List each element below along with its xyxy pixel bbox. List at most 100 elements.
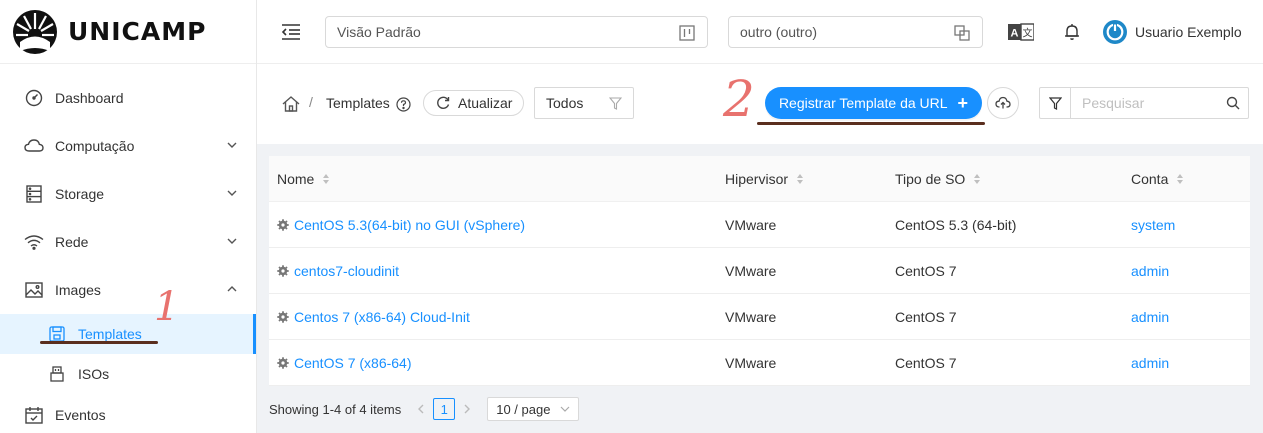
sidebar-item-label: Eventos [55, 407, 106, 423]
usb-icon [48, 365, 66, 383]
translate-icon[interactable]: A文 [1008, 20, 1034, 44]
page-size-value: 10 / page [496, 401, 551, 417]
cloud-icon [24, 136, 44, 156]
column-header-name[interactable]: Nome [269, 156, 717, 201]
annotation-underline-2 [757, 122, 985, 125]
hypervisor-cell: VMware [725, 262, 777, 279]
sidebar-item-label: ISOs [78, 366, 110, 382]
filter-icon [1048, 96, 1062, 110]
column-header-hypervisor[interactable]: Hipervisor [717, 156, 887, 201]
gear-icon [277, 310, 289, 323]
page-toolbar: / Templates Atualizar Todos Registrar Te… [257, 64, 1263, 144]
column-header-os-type[interactable]: Tipo de SO [887, 156, 1123, 201]
account-link[interactable]: system [1131, 217, 1175, 233]
sidebar-item-images[interactable]: Images [0, 266, 256, 314]
chevron-down-icon [560, 406, 570, 412]
account-cell: admin [1123, 248, 1250, 293]
logo[interactable]: UNICAMP [0, 0, 256, 64]
search-filter-button[interactable] [1040, 88, 1071, 118]
project-select-value: outro (outro) [740, 24, 818, 40]
column-header-account[interactable]: Conta [1123, 156, 1250, 201]
chevron-up-icon [227, 286, 237, 292]
chevron-down-icon [227, 190, 237, 196]
register-template-url-button[interactable]: Registrar Template da URL + [765, 87, 982, 119]
os-type-cell: CentOS 7 [895, 308, 957, 325]
table-row: centos7-cloudinit VMware CentOS 7 admin [269, 248, 1250, 294]
question-circle-icon[interactable] [396, 97, 411, 112]
page-size-select[interactable]: 10 / page [487, 397, 580, 421]
reload-icon [437, 96, 450, 109]
dashboard-icon [24, 88, 44, 108]
view-select-value: Visão Padrão [337, 24, 421, 40]
search-icon[interactable] [1218, 88, 1248, 118]
template-name-cell: centos7-cloudinit [269, 248, 717, 293]
user-avatar-icon [1103, 20, 1127, 44]
refresh-label: Atualizar [458, 95, 513, 111]
gear-icon [277, 264, 289, 277]
unicamp-logo-icon [13, 9, 57, 54]
chevron-down-icon [227, 238, 237, 244]
sidebar-item-label: Images [55, 282, 101, 298]
account-link[interactable]: admin [1131, 355, 1169, 371]
template-name-link[interactable]: Centos 7 (x86-64) Cloud-Init [294, 309, 470, 325]
sidebar: UNICAMP Dashboard Computação Storage Red… [0, 0, 257, 433]
search-input[interactable] [1071, 88, 1218, 118]
page-number-button[interactable]: 1 [433, 398, 456, 420]
template-name-cell: CentOS 5.3(64-bit) no GUI (vSphere) [269, 202, 717, 247]
sidebar-item-storage[interactable]: Storage [0, 170, 256, 218]
next-page-icon[interactable] [459, 399, 475, 419]
templates-table: Nome Hipervisor Tipo de SO Conta CentOS … [269, 156, 1250, 386]
template-name-cell: CentOS 7 (x86-64) [269, 340, 717, 385]
sidebar-item-templates[interactable]: Templates [0, 314, 256, 354]
os-type-cell: CentOS 7 [895, 354, 957, 371]
os-type-cell: CentOS 5.3 (64-bit) [895, 216, 1017, 233]
user-name: Usuario Exemplo [1135, 24, 1242, 40]
sidebar-item-isos[interactable]: ISOs [0, 354, 256, 394]
sidebar-item-computacao[interactable]: Computação [0, 122, 256, 170]
view-select[interactable]: Visão Padrão [325, 16, 708, 48]
os-type-cell: CentOS 7 [895, 262, 957, 279]
pagination-summary: Showing 1-4 of 4 items [269, 401, 402, 417]
sidebar-item-rede[interactable]: Rede [0, 218, 256, 266]
sidebar-item-label: Templates [78, 326, 142, 342]
filter-icon [609, 97, 622, 110]
table-row: CentOS 5.3(64-bit) no GUI (vSphere) VMwa… [269, 202, 1250, 248]
account-link[interactable]: admin [1131, 263, 1169, 279]
plus-icon: + [957, 93, 969, 113]
sidebar-item-label: Rede [55, 234, 89, 250]
gear-icon [277, 356, 289, 369]
template-name-link[interactable]: CentOS 7 (x86-64) [294, 355, 412, 371]
column-header-label: Nome [277, 170, 315, 187]
register-template-url-label: Registrar Template da URL [778, 95, 948, 111]
database-icon [24, 184, 44, 204]
project-board-icon [679, 25, 695, 41]
pagination: Showing 1-4 of 4 items 1 10 / page [269, 397, 580, 421]
annotation-number-1: 1 [154, 284, 180, 330]
switch-icon [954, 25, 970, 41]
project-select[interactable]: outro (outro) [728, 16, 983, 48]
account-cell: admin [1123, 340, 1250, 385]
svg-text:文: 文 [1023, 27, 1033, 40]
account-cell: system [1123, 202, 1250, 247]
sidebar-menu: Dashboard Computação Storage Rede Images… [0, 74, 256, 433]
sidebar-item-eventos[interactable]: Eventos [0, 394, 256, 433]
table-row: CentOS 7 (x86-64) VMware CentOS 7 admin [269, 340, 1250, 386]
column-header-label: Tipo de SO [895, 170, 966, 187]
template-name-link[interactable]: centos7-cloudinit [294, 263, 399, 279]
account-link[interactable]: admin [1131, 309, 1169, 325]
schedule-icon [24, 405, 44, 425]
filter-select[interactable]: Todos [534, 87, 634, 119]
column-header-label: Conta [1131, 170, 1169, 187]
upload-button[interactable] [987, 87, 1019, 119]
picture-icon [24, 280, 44, 300]
user-menu[interactable]: Usuario Exemplo [1103, 20, 1242, 44]
home-icon[interactable] [282, 95, 300, 113]
prev-page-icon[interactable] [413, 399, 429, 419]
menu-fold-icon[interactable] [281, 23, 301, 41]
bell-icon[interactable] [1059, 20, 1085, 44]
column-header-label: Hipervisor [725, 170, 789, 187]
hypervisor-cell: VMware [725, 354, 777, 371]
refresh-button[interactable]: Atualizar [423, 90, 524, 116]
sidebar-item-dashboard[interactable]: Dashboard [0, 74, 256, 122]
template-name-link[interactable]: CentOS 5.3(64-bit) no GUI (vSphere) [294, 217, 525, 233]
